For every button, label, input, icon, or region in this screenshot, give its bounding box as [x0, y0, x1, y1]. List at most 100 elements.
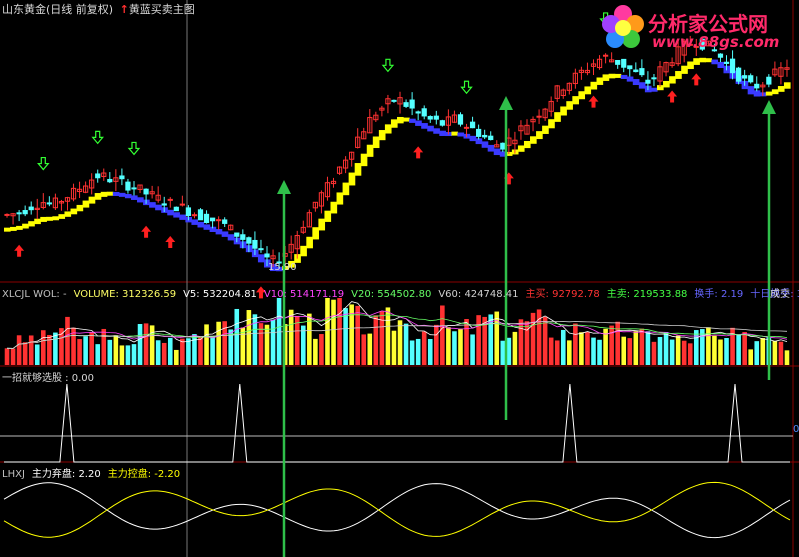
volume-legend-item-6: 主买: 92792.78 — [525, 289, 600, 300]
volume-bar — [107, 339, 113, 365]
signal-arrow-icon — [277, 180, 291, 194]
candle-body — [28, 206, 34, 211]
volume-bar — [706, 327, 711, 365]
volume-bar — [367, 333, 373, 365]
volume-legend-item-7: 主卖: 219533.88 — [606, 289, 688, 300]
band-segment — [777, 86, 785, 92]
band-segment — [663, 80, 670, 88]
band-segment — [221, 231, 229, 237]
band-segment — [747, 86, 755, 95]
volume-bar — [585, 332, 590, 365]
volume-bar — [421, 331, 427, 365]
volume-bar — [452, 331, 457, 365]
lhxj-legend: LHXJ 主力弃盘: 2.20 主力控盘: -2.20 — [2, 465, 187, 480]
candle-body — [723, 61, 730, 64]
volume-bar — [409, 340, 415, 365]
volume-bar — [174, 349, 179, 365]
volume-bar — [669, 339, 675, 365]
band-segment — [64, 211, 72, 217]
candle-body — [119, 175, 125, 180]
chart-screen: 山东黄金(日线 前复权) ↑黄蓝买卖主图 分析家公式网 www.88gs.com… — [0, 0, 799, 557]
band-segment — [390, 119, 398, 128]
candle-body — [415, 111, 421, 114]
band-segment — [46, 216, 53, 221]
volume-bar — [524, 321, 530, 365]
band-segment — [118, 192, 126, 197]
candle-body — [742, 75, 748, 79]
signal-legend: 一招就够选股 : 0.00 — [2, 373, 94, 384]
volume-bar — [681, 340, 687, 365]
volume-bar — [542, 316, 548, 365]
volume-bar — [313, 338, 318, 365]
candle-body — [439, 120, 445, 126]
band-segment — [560, 106, 567, 116]
band-segment — [675, 71, 682, 79]
volume-bar — [427, 338, 433, 365]
volume-bar — [476, 315, 481, 365]
candle-body — [125, 181, 131, 191]
volume-bar — [657, 336, 663, 365]
candle-body — [457, 114, 464, 125]
volume-bar — [573, 323, 578, 365]
band-segment — [137, 197, 144, 203]
volume-bar — [567, 340, 572, 365]
candle-body — [95, 173, 101, 179]
volume-bar — [83, 336, 88, 365]
volume-bar — [663, 332, 669, 365]
volume-bar — [264, 324, 270, 365]
candle-body — [252, 239, 258, 249]
band-segment — [70, 208, 78, 215]
volume-bar — [512, 331, 518, 365]
candle-body — [143, 188, 149, 195]
volume-bar — [530, 312, 536, 365]
volume-bar — [41, 330, 46, 365]
band-segment — [112, 191, 120, 196]
signal-axis-tick: 0 — [793, 424, 799, 435]
volume-bar — [639, 328, 645, 365]
volume-bar — [742, 332, 747, 365]
candle-body — [500, 142, 506, 150]
volume-bar — [319, 334, 324, 365]
chart-header: 山东黄金(日线 前复权) ↑黄蓝买卖主图 — [2, 1, 195, 17]
candle-body — [651, 77, 657, 80]
site-logo: 分析家公式网 www.88gs.com — [598, 2, 798, 54]
sell-arrow-icon — [127, 141, 141, 156]
band-segment — [717, 61, 725, 69]
band-segment — [366, 144, 374, 157]
volume-bar — [125, 345, 131, 365]
band-segment — [554, 112, 561, 122]
band-segment — [124, 193, 132, 199]
band-segment — [28, 221, 35, 227]
volume-bar — [651, 341, 657, 365]
volume-bar — [724, 337, 729, 365]
band-segment — [22, 223, 29, 229]
band-segment — [397, 116, 404, 124]
band-segment — [548, 119, 555, 129]
volume-bar — [458, 328, 463, 365]
volume-bar — [518, 319, 524, 365]
band-segment — [439, 130, 446, 136]
band-segment — [306, 236, 313, 249]
buy-arrow-icon — [667, 90, 678, 103]
band-segment — [451, 131, 459, 136]
band-segment — [58, 214, 66, 219]
band-segment — [330, 201, 338, 214]
candle-body — [433, 115, 439, 120]
volume-panel — [4, 298, 790, 365]
candle-body — [403, 102, 409, 107]
band-segment — [215, 229, 223, 235]
volume-bar — [361, 334, 367, 365]
buy-arrow-icon — [141, 225, 152, 238]
volume-bar — [22, 342, 28, 365]
volume-bar — [300, 325, 306, 365]
buy-arrow-icon — [165, 235, 176, 248]
volume-bar — [645, 331, 651, 365]
band-segment — [542, 125, 549, 134]
band-segment — [409, 118, 416, 123]
volume-bar — [331, 299, 336, 365]
buy-arrow-icon — [691, 73, 702, 86]
band-segment — [457, 132, 465, 137]
logo-url: www.88gs.com — [652, 33, 780, 51]
buy-arrow-icon — [588, 95, 599, 108]
candle-body — [639, 68, 645, 76]
